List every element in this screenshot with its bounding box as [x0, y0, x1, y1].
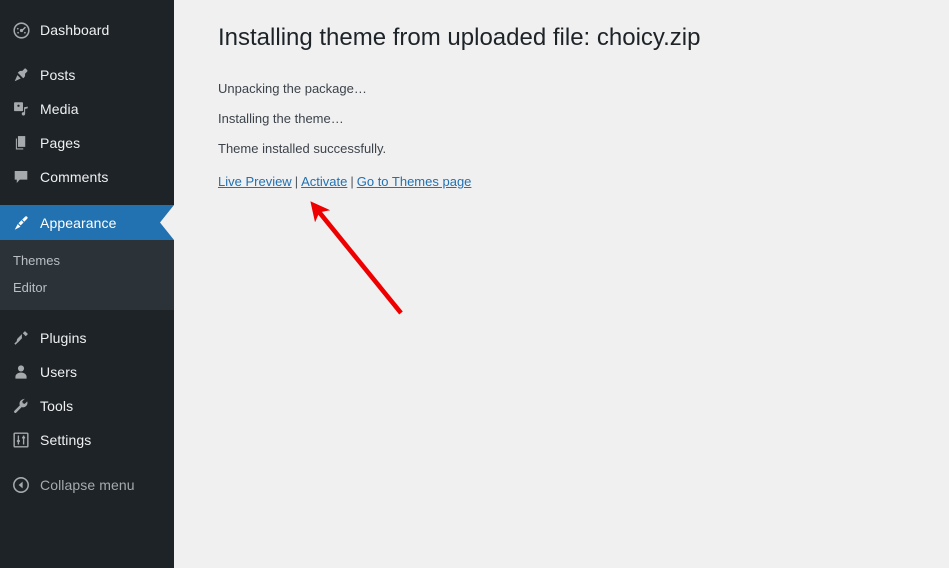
- active-menu-pointer-icon: [160, 205, 174, 240]
- sidebar-item-label: Settings: [40, 432, 92, 448]
- sidebar-item-label: Media: [40, 101, 79, 117]
- sidebar-divider: [0, 457, 174, 468]
- link-separator: |: [350, 174, 354, 190]
- user-icon: [11, 362, 31, 382]
- wrench-icon: [11, 396, 31, 416]
- sidebar-item-label: Dashboard: [40, 22, 110, 38]
- activate-link[interactable]: Activate: [301, 174, 347, 189]
- sidebar-item-pages[interactable]: Pages: [0, 126, 174, 160]
- sidebar-item-label: Tools: [40, 398, 74, 414]
- sliders-icon: [11, 430, 31, 450]
- status-message-installing: Installing the theme…: [218, 111, 344, 127]
- submenu-item-editor[interactable]: Editor: [0, 274, 174, 301]
- sidebar-item-settings[interactable]: Settings: [0, 423, 174, 457]
- link-separator: |: [294, 174, 299, 190]
- sidebar-divider: [0, 310, 174, 321]
- go-to-themes-page-link[interactable]: Go to Themes page: [357, 174, 472, 189]
- sidebar-item-label: Plugins: [40, 330, 87, 346]
- status-message-success: Theme installed successfully.: [218, 141, 387, 157]
- live-preview-link[interactable]: Live Preview: [218, 174, 292, 189]
- sidebar-item-appearance[interactable]: Appearance: [0, 205, 174, 240]
- sidebar-item-label: Users: [40, 364, 78, 380]
- collapse-menu-button[interactable]: Collapse menu: [0, 468, 174, 502]
- comment-bubble-icon: [11, 167, 31, 187]
- sidebar-item-label: Posts: [40, 67, 76, 83]
- status-message-unpacking: Unpacking the package…: [218, 81, 367, 97]
- sidebar-item-posts[interactable]: Posts: [0, 58, 174, 92]
- collapse-menu-label: Collapse menu: [40, 477, 135, 493]
- sidebar-item-label: Comments: [40, 169, 109, 185]
- sidebar-item-dashboard[interactable]: Dashboard: [0, 13, 174, 47]
- appearance-submenu: Themes Editor: [0, 240, 174, 310]
- sidebar-item-users[interactable]: Users: [0, 355, 174, 389]
- sidebar-item-comments[interactable]: Comments: [0, 160, 174, 194]
- submenu-item-themes[interactable]: Themes: [0, 247, 174, 274]
- sidebar-item-label: Pages: [40, 135, 81, 151]
- admin-sidebar: Dashboard Posts Media Pages Comments App…: [0, 0, 174, 568]
- main-content: Installing theme from uploaded file: cho…: [174, 0, 949, 568]
- sidebar-item-tools[interactable]: Tools: [0, 389, 174, 423]
- pushpin-icon: [11, 65, 31, 85]
- sidebar-item-media[interactable]: Media: [0, 92, 174, 126]
- media-music-image-icon: [11, 99, 31, 119]
- sidebar-divider: [0, 47, 174, 58]
- dashboard-gauge-icon: [11, 20, 31, 40]
- paintbrush-icon: [11, 213, 31, 233]
- sidebar-divider: [0, 194, 174, 205]
- action-links: Live Preview | Activate | Go to Themes page: [194, 175, 929, 188]
- sidebar-item-label: Appearance: [40, 214, 117, 231]
- pages-stack-icon: [11, 133, 31, 153]
- collapse-left-arrow-icon: [11, 475, 31, 495]
- page-title: Installing theme from uploaded file: cho…: [218, 24, 701, 51]
- sidebar-item-plugins[interactable]: Plugins: [0, 321, 174, 355]
- plug-icon: [11, 328, 31, 348]
